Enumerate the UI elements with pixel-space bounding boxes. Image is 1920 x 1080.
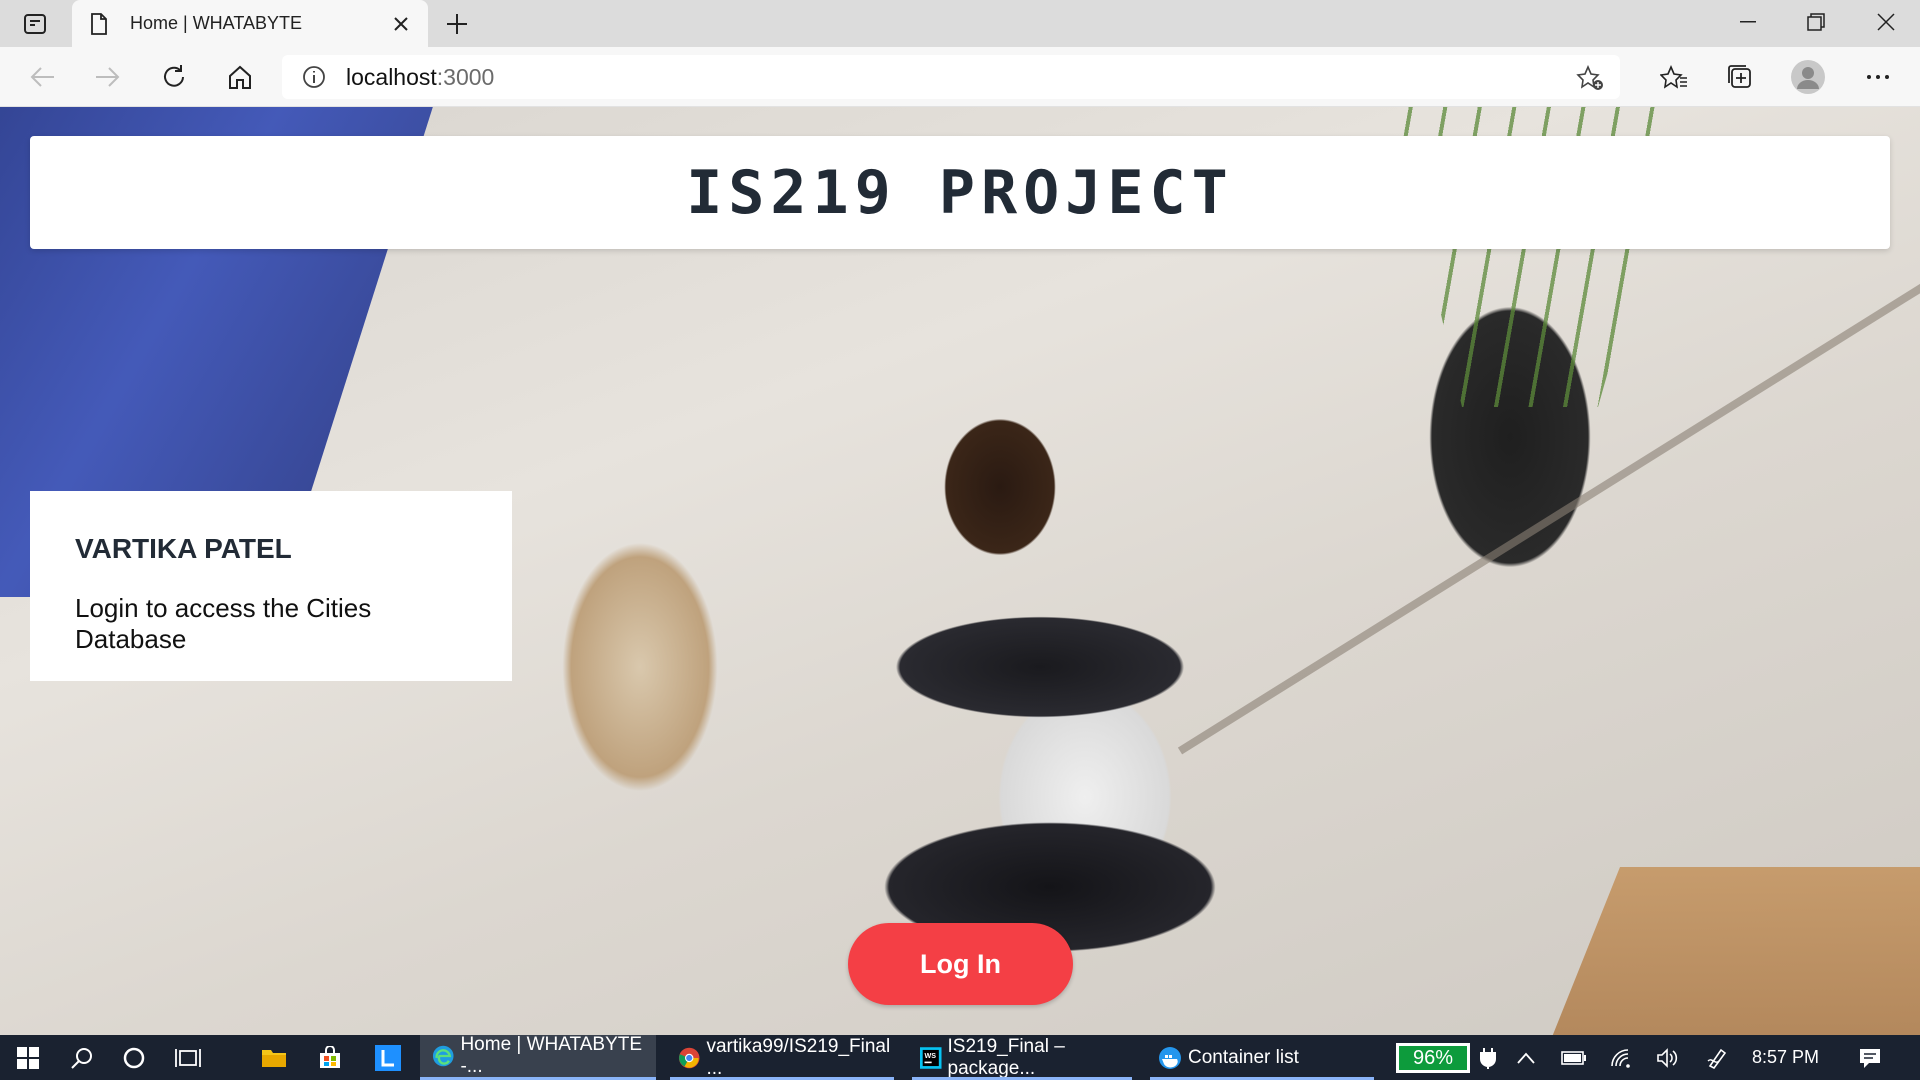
tab-actions-icon[interactable] (20, 10, 50, 38)
file-explorer-icon[interactable] (248, 1035, 300, 1080)
page-viewport: IS219 PROJECT VARTIKA PATEL Login to acc… (0, 107, 1920, 1035)
wifi-icon[interactable] (1604, 1035, 1640, 1080)
pen-ink-icon[interactable] (1700, 1035, 1736, 1080)
back-button[interactable] (22, 57, 62, 97)
close-tab-icon[interactable] (392, 15, 410, 33)
volume-icon[interactable] (1650, 1035, 1686, 1080)
page-icon (91, 12, 107, 35)
search-icon[interactable] (56, 1035, 108, 1080)
power-plug-icon[interactable] (1470, 1035, 1506, 1080)
store-icon[interactable] (304, 1035, 356, 1080)
info-card: VARTIKA PATEL Login to access the Cities… (30, 491, 512, 681)
forward-button[interactable] (88, 57, 128, 97)
taskbar-app-label: vartika99/IS219_Final ... (706, 1035, 891, 1079)
new-tab-button[interactable] (440, 8, 474, 40)
refresh-button[interactable] (154, 57, 194, 97)
restore-button[interactable] (1782, 0, 1850, 44)
close-window-button[interactable] (1852, 0, 1920, 44)
tab-title: Home | WHATABYTE (130, 13, 303, 33)
edge-icon (432, 1045, 454, 1067)
browser-tab[interactable]: Home | WHATABYTE (72, 0, 428, 47)
taskbar-clock[interactable]: 8:57 PM (1752, 1035, 1819, 1080)
task-view-icon[interactable] (162, 1035, 214, 1080)
header-card: IS219 PROJECT (30, 136, 1890, 249)
collections-button[interactable] (1720, 57, 1760, 97)
start-icon[interactable] (2, 1035, 54, 1080)
battery-indicator[interactable]: 96% (1396, 1043, 1470, 1073)
taskbar-app-chrome[interactable]: vartika99/IS219_Final ... (666, 1035, 898, 1080)
taskbar-app-label: Container list (1188, 1046, 1299, 1068)
windows-taskbar: Home | WHATABYTE -... vartika99/IS219_Fi… (0, 1034, 1920, 1080)
more-menu-icon[interactable] (1858, 57, 1898, 97)
author-name: VARTIKA PATEL (75, 533, 292, 564)
taskbar-app-docker[interactable]: Container list (1146, 1035, 1378, 1080)
docker-icon (1159, 1046, 1181, 1069)
browser-toolbar: localhost:3000 (0, 47, 1920, 107)
taskbar-app-webstorm[interactable]: WS IS219_Final – package... (908, 1035, 1136, 1080)
chevron-up-icon[interactable] (1508, 1035, 1544, 1080)
svg-text:WS: WS (924, 1052, 936, 1060)
url-port: :3000 (436, 63, 495, 90)
taskbar-app-label: IS219_Final – package... (947, 1035, 1065, 1079)
webstorm-icon: WS (920, 1046, 942, 1069)
app-l-icon[interactable] (362, 1035, 414, 1080)
profile-avatar[interactable] (1788, 57, 1828, 97)
page-title: IS219 PROJECT (686, 157, 1234, 228)
minimize-button[interactable] (1714, 0, 1782, 44)
favorites-button[interactable] (1654, 57, 1694, 97)
browser-titlebar: Home | WHATABYTE (0, 0, 1920, 47)
taskbar-app-label: Home | WHATABYTE -... (460, 1034, 643, 1077)
battery-icon[interactable] (1556, 1035, 1592, 1080)
login-button[interactable]: Log In (848, 923, 1073, 1005)
url-host: localhost (346, 63, 437, 90)
add-favorite-icon[interactable] (1576, 65, 1604, 91)
home-button[interactable] (220, 57, 260, 97)
cortana-icon[interactable] (108, 1035, 160, 1080)
background-floor (1540, 867, 1920, 1035)
address-bar[interactable]: localhost:3000 (282, 55, 1620, 99)
taskbar-app-edge[interactable]: Home | WHATABYTE -... (420, 1034, 656, 1080)
site-info-icon[interactable] (302, 65, 326, 89)
card-description: Login to access the Cities Database (75, 593, 372, 654)
notification-icon[interactable] (1852, 1035, 1888, 1080)
chrome-icon (678, 1047, 700, 1068)
